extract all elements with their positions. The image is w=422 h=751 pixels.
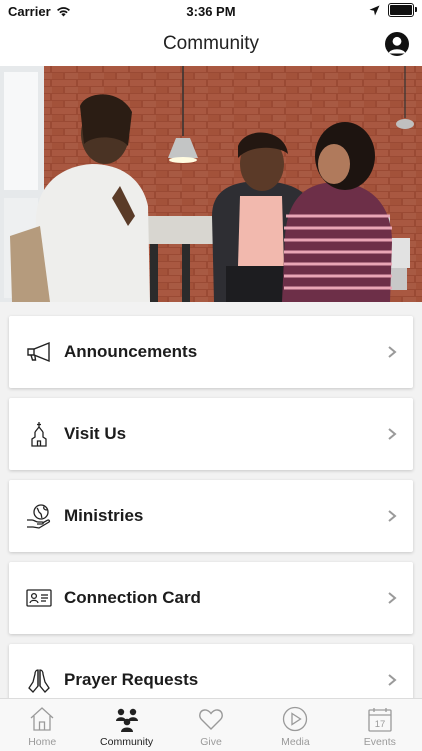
play-icon: [283, 706, 308, 732]
tab-home[interactable]: Home: [0, 699, 84, 751]
menu-item-label: Connection Card: [64, 588, 201, 607]
user-avatar-icon: [388, 36, 406, 54]
id-card-icon: [26, 589, 52, 607]
chevron-right-icon: [388, 428, 397, 440]
tab-give[interactable]: Give: [169, 699, 253, 751]
tab-community[interactable]: Community: [84, 699, 168, 751]
home-icon: [30, 707, 54, 731]
status-right: [369, 3, 417, 17]
menu-item-label: Visit Us: [64, 424, 127, 443]
heart-icon: [199, 709, 223, 730]
tab-label: Community: [100, 736, 154, 748]
chevron-right-icon: [388, 346, 397, 358]
community-photo: [0, 66, 422, 302]
tab-events[interactable]: 17 Events: [338, 699, 422, 751]
chevron-right-icon: [388, 510, 397, 522]
menu-item-announcements[interactable]: Announcements: [9, 316, 413, 388]
community-menu: Announcements Visit Us Ministries Connec…: [0, 302, 422, 698]
location-arrow-icon: [369, 5, 380, 15]
menu-item-ministries[interactable]: Ministries: [9, 480, 413, 552]
tab-bar: Home Community Give Media 17 Events: [0, 698, 422, 751]
hero-image: [0, 66, 422, 302]
menu-item-prayer-requests[interactable]: Prayer Requests: [9, 644, 413, 698]
tab-label: Media: [281, 736, 310, 748]
tab-label: Events: [363, 736, 396, 748]
menu-item-connection-card[interactable]: Connection Card: [9, 562, 413, 634]
tab-label: Give: [200, 736, 222, 748]
clock: 3:36 PM: [186, 4, 236, 19]
megaphone-icon: [27, 341, 50, 363]
people-icon: [115, 708, 138, 732]
calendar-day-number: 17: [375, 719, 386, 730]
tab-media[interactable]: Media: [253, 699, 337, 751]
praying-hands-icon: [28, 669, 50, 693]
battery-icon: [388, 3, 417, 17]
tab-label: Home: [28, 736, 57, 748]
menu-item-label: Prayer Requests: [64, 670, 199, 689]
calendar-icon: 17: [368, 708, 392, 732]
menu-item-visit-us[interactable]: Visit Us: [9, 398, 413, 470]
status-bar: Carrier 3:36 PM: [0, 0, 422, 22]
navigation-bar: Community: [0, 22, 422, 66]
church-icon: [31, 422, 47, 447]
menu-item-label: Announcements: [64, 342, 198, 361]
menu-item-label: Ministries: [64, 506, 144, 525]
page-title: Community: [162, 33, 260, 54]
chevron-right-icon: [388, 592, 397, 604]
profile-button[interactable]: [385, 32, 409, 56]
chevron-right-icon: [388, 674, 397, 686]
globe-hand-icon: [27, 504, 51, 529]
